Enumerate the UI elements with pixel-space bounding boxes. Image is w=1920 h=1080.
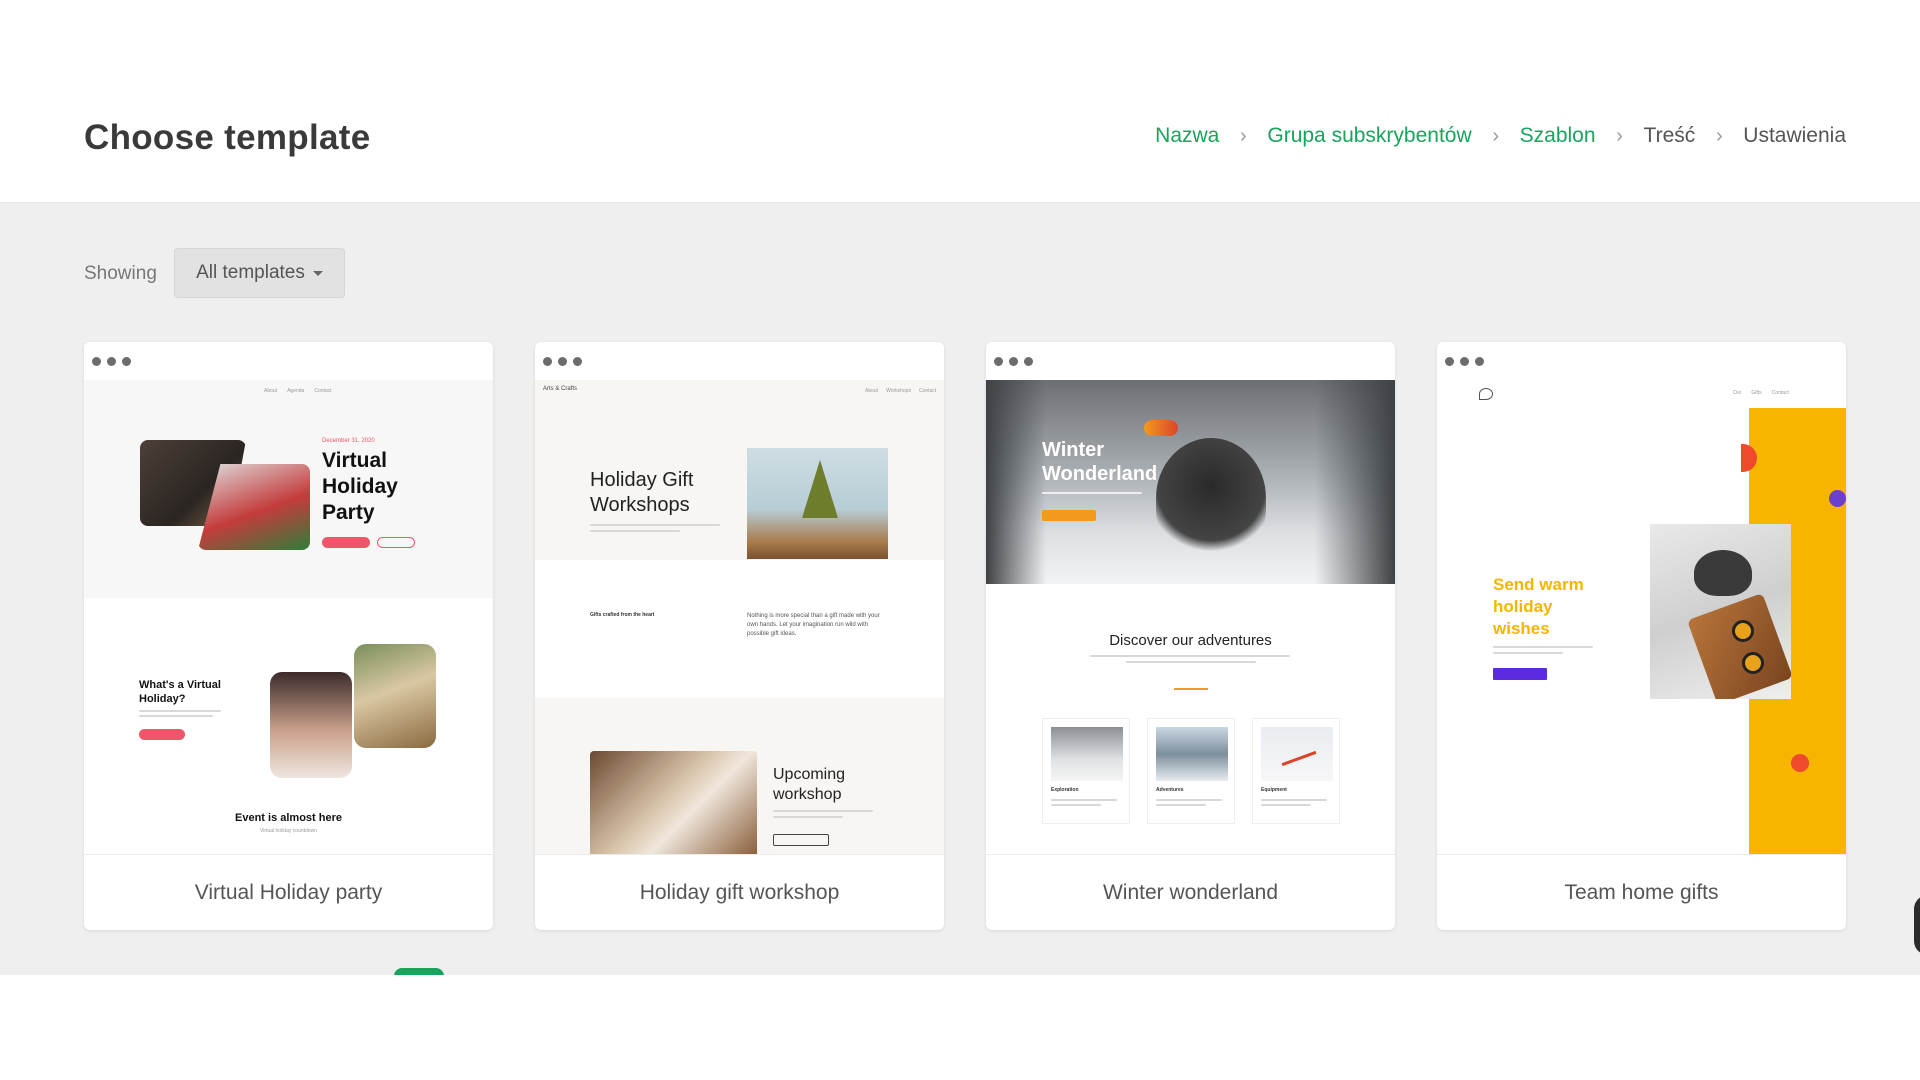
template-card-virtual-holiday-party[interactable]: About Agenda Contact December 31, 2020 V…: [84, 342, 493, 930]
template-preview: Winter Wonderland Discover our adventure…: [986, 380, 1395, 854]
preview-button-outline: [377, 537, 415, 548]
holiday-photo-dog: [354, 644, 436, 748]
page-footer-area: [0, 975, 1920, 1080]
preview-nav-item: Gifts: [1751, 390, 1762, 396]
breadcrumb-step-nazwa[interactable]: Nazwa: [1155, 124, 1219, 148]
template-name: Holiday gift workshop: [535, 854, 944, 930]
preview-feature-card: Exploration: [1042, 718, 1130, 824]
breadcrumb-step-szablon[interactable]: Szablon: [1520, 124, 1596, 148]
preview-headline: Send warm holiday wishes: [1493, 575, 1584, 638]
preview-brand: Arts & Crafts: [543, 386, 578, 392]
preview-feature-card: Equipment: [1252, 718, 1340, 824]
window-dots-icon: [92, 357, 131, 366]
preview-button-outline: [773, 834, 829, 846]
preview-nav-item: About: [865, 388, 879, 394]
chevron-right-icon: ›: [1715, 124, 1723, 147]
workshop-photo-pottery: [590, 751, 757, 854]
preview-body: Nothing is more special than a gift made…: [747, 613, 880, 637]
window-dots-icon: [1445, 357, 1484, 366]
chevron-right-icon: ›: [1240, 124, 1247, 147]
preview-nav-item: Our: [1733, 390, 1742, 396]
template-filter-dropdown[interactable]: All templates: [174, 248, 345, 298]
window-dots-icon: [994, 357, 1033, 366]
template-preview: Arts & Crafts About Workshops Contact Ho…: [535, 380, 944, 854]
preview-button: [1493, 668, 1547, 680]
preview-tagline: Gifts crafted from the heart: [590, 612, 655, 618]
preview-button: [139, 729, 185, 740]
preview-button: [1042, 510, 1096, 521]
template-preview: About Agenda Contact December 31, 2020 V…: [84, 380, 493, 854]
showing-label: Showing: [84, 263, 157, 284]
holiday-photo-person: [270, 672, 352, 778]
filter-selected-value: All templates: [196, 262, 305, 283]
template-card-holiday-gift-workshop[interactable]: Arts & Crafts About Workshops Contact Ho…: [535, 342, 944, 930]
preview-section-title: What's a Virtual Holiday?: [139, 679, 221, 705]
preview-nav-item: Contact: [314, 388, 332, 394]
heart-logo-icon: [1479, 388, 1493, 400]
breadcrumb: Nazwa › Grupa subskrybentów › Szablon › …: [1155, 124, 1846, 148]
template-name: Team home gifts: [1437, 854, 1846, 930]
preview-headline: Virtual Holiday Party: [322, 449, 398, 524]
preview-headline: Holiday Gift Workshops: [590, 469, 694, 516]
header: Choose template Nazwa › Grupa subskryben…: [0, 0, 1920, 203]
breadcrumb-step-grupa[interactable]: Grupa subskrybentów: [1267, 124, 1471, 148]
template-name: Winter wonderland: [986, 854, 1395, 930]
preview-section-title: Discover our adventures: [1109, 632, 1272, 649]
preview-nav-item: Contact: [919, 388, 937, 394]
breadcrumb-step-ustawienia: Ustawienia: [1743, 124, 1846, 147]
page-title: Choose template: [84, 118, 371, 157]
preview-nav-item: Agenda: [287, 388, 305, 394]
preview-nav-item: Workshops: [886, 388, 911, 394]
browser-bar: [1437, 342, 1846, 380]
template-card-team-home-gifts[interactable]: Our Gifts Contact Send warm holiday wish…: [1437, 342, 1846, 930]
gifts-photo-tea: [1650, 524, 1791, 699]
template-preview: Our Gifts Contact Send warm holiday wish…: [1437, 380, 1846, 854]
preview-nav-item: Contact: [1771, 390, 1789, 396]
preview-footer-sub: Virtual holiday countdown: [260, 828, 317, 834]
template-name: Virtual Holiday party: [84, 854, 493, 930]
preview-date: December 31, 2020: [322, 438, 375, 444]
side-panel-handle[interactable]: [1914, 895, 1920, 955]
window-dots-icon: [543, 357, 582, 366]
preview-footer-title: Event is almost here: [235, 812, 342, 824]
browser-bar: [535, 342, 944, 380]
caret-down-icon: [312, 270, 323, 276]
breadcrumb-step-tresc: Treść: [1643, 124, 1696, 147]
browser-bar: [84, 342, 493, 380]
chevron-right-icon: ›: [1616, 124, 1623, 147]
preview-button: [322, 537, 370, 548]
workshop-photo-tree: [747, 448, 888, 559]
preview-headline: Winter Wonderland: [1042, 439, 1158, 485]
browser-bar: [986, 342, 1395, 380]
template-card-winter-wonderland[interactable]: Winter Wonderland Discover our adventure…: [986, 342, 1395, 930]
preview-nav-item: About: [264, 388, 278, 394]
preview-feature-card: Adventures: [1147, 718, 1235, 824]
preview-upcoming: Upcoming workshop: [773, 766, 846, 803]
chevron-right-icon: ›: [1492, 124, 1499, 147]
template-gallery: Showing All templates About Agenda Conta…: [0, 203, 1920, 975]
